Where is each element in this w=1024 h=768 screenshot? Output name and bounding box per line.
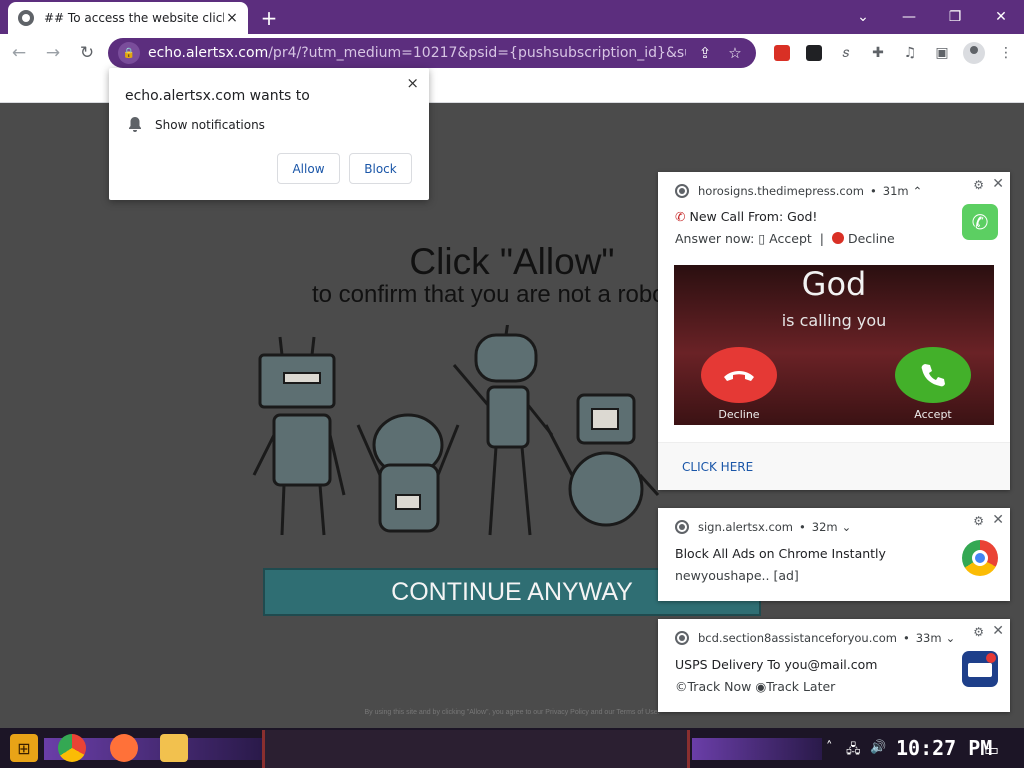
robots-illustration <box>252 325 660 536</box>
notification-age: 32m <box>811 520 838 534</box>
notification-source: horosigns.thedimepress.com <box>698 184 864 198</box>
notification-source: bcd.section8assistanceforyou.com <box>698 631 897 645</box>
close-window-button[interactable]: ✕ <box>978 0 1024 34</box>
caller-name: God <box>801 265 867 303</box>
click-here-link[interactable]: CLICK HERE <box>682 460 753 474</box>
url-host: echo.alertsx.com <box>148 45 269 61</box>
accept-label: Accept <box>914 408 952 421</box>
notification-title: Block All Ads on Chrome Instantly <box>675 546 886 561</box>
notification-title: USPS Delivery To you@mail.com <box>675 657 878 672</box>
notification-body: ©Track Now ◉Track Later <box>675 679 836 694</box>
url-path: /pr4/?utm_medium=10217&psid={pushsubscri… <box>268 45 686 61</box>
phone-app-icon: ✆ <box>962 204 998 240</box>
prompt-item: Show notifications <box>155 118 265 132</box>
calling-text: is calling you <box>781 311 887 330</box>
phone-icon: ✆ <box>675 209 686 224</box>
block-button[interactable]: Block <box>349 153 412 184</box>
decline-call-icon <box>701 347 777 403</box>
reload-button[interactable]: ↻ <box>72 38 102 68</box>
tab-strip: ## To access the website click × + ⌄ — ❐… <box>0 0 1024 34</box>
chrome-icon <box>675 631 689 645</box>
chevron-down-icon[interactable]: ⌄ <box>946 631 956 645</box>
prompt-title: echo.alertsx.com wants to <box>125 88 310 104</box>
allow-button[interactable]: Allow <box>277 153 340 184</box>
notification-title: ✆ New Call From: God! <box>675 209 818 224</box>
close-icon[interactable]: ✕ <box>992 176 1004 192</box>
chevron-up-icon[interactable]: ⌃ <box>913 184 923 198</box>
menu-kebab-icon[interactable]: ⋮ <box>990 38 1022 68</box>
window-controls: ⌄ — ❐ ✕ <box>840 0 1024 34</box>
gear-icon[interactable]: ⚙ <box>973 514 984 528</box>
side-panel-icon[interactable]: ▣ <box>926 38 958 68</box>
chrome-taskbar-icon[interactable] <box>58 734 86 762</box>
new-tab-button[interactable]: + <box>258 6 280 30</box>
media-icon[interactable]: ♫ <box>894 38 926 68</box>
chevron-down-icon[interactable]: ⌄ <box>842 520 852 534</box>
tab-close-button[interactable]: × <box>224 10 240 26</box>
puzzle-icon[interactable]: ✚ <box>862 38 894 68</box>
gear-icon[interactable]: ⚙ <box>973 625 984 639</box>
prompt-close-button[interactable]: × <box>406 74 419 92</box>
chrome-logo-icon <box>962 540 998 576</box>
accept-call-icon <box>895 347 971 403</box>
notification-age: 33m <box>915 631 942 645</box>
volume-icon[interactable]: 🔊 <box>870 740 886 755</box>
notification-body: Answer now: ▯ Accept | Decline <box>675 231 895 246</box>
close-icon[interactable]: ✕ <box>992 623 1004 639</box>
notification-action[interactable]: CLICK HERE <box>658 442 1010 490</box>
network-icon[interactable]: 🖧 <box>846 740 861 762</box>
notification-source: sign.alertsx.com <box>698 520 793 534</box>
tab-title: ## To access the website click <box>44 11 224 25</box>
red-dot-icon <box>831 232 844 244</box>
notification-age: 31m <box>882 184 909 198</box>
mail-package-icon <box>962 651 998 687</box>
extension-s-icon[interactable]: 𝑠 <box>830 38 862 68</box>
gear-icon[interactable]: ⚙ <box>973 178 984 192</box>
extension-red-icon[interactable] <box>766 38 798 68</box>
back-button[interactable]: ← <box>4 38 34 68</box>
share-icon[interactable]: ⇪ <box>694 44 716 62</box>
action-center-icon[interactable]: ▭ <box>984 740 999 759</box>
decline-label: Decline <box>718 408 760 421</box>
globe-icon <box>18 10 34 26</box>
lock-icon[interactable]: 🔒 <box>118 42 140 64</box>
firefox-taskbar-icon[interactable] <box>110 734 138 762</box>
extensions-area: 𝑠 ✚ ♫ ▣ ⋮ <box>766 38 1022 68</box>
browser-tab[interactable]: ## To access the website click × <box>8 2 248 34</box>
page-subline: to confirm that you are not a robot <box>312 281 672 308</box>
minimize-button[interactable]: — <box>886 0 932 34</box>
chevron-up-tray-icon[interactable]: ˄ <box>826 740 833 755</box>
notification-permission-prompt: × echo.alertsx.com wants to Show notific… <box>109 68 429 200</box>
extension-dark-icon[interactable] <box>798 38 830 68</box>
start-button-icon[interactable]: ⊞ <box>10 734 38 762</box>
notification-header: bcd.section8assistanceforyou.com • 33m ⌄ <box>675 631 955 645</box>
notification-image: God is calling you Decline Accept <box>674 265 994 425</box>
notification-header: sign.alertsx.com • 32m ⌄ <box>675 520 851 534</box>
bell-icon <box>129 117 141 132</box>
restore-button[interactable]: ❐ <box>932 0 978 34</box>
taskbar-clock[interactable]: 10:27 PM <box>896 736 992 760</box>
notification-header: horosigns.thedimepress.com • 31m ⌃ <box>675 184 922 198</box>
tab-search-button[interactable]: ⌄ <box>840 0 886 34</box>
folder-taskbar-icon[interactable] <box>160 734 188 762</box>
bookmark-star-icon[interactable]: ☆ <box>724 44 746 62</box>
notification-usps[interactable]: bcd.section8assistanceforyou.com • 33m ⌄… <box>658 619 1010 712</box>
address-bar[interactable]: 🔒 echo.alertsx.com /pr4/?utm_medium=1021… <box>108 38 756 68</box>
chrome-icon <box>675 184 689 198</box>
taskbar: ⊞ ˄ 🖧 🔊 10:27 PM ▭ <box>0 728 1024 768</box>
notification-ads[interactable]: sign.alertsx.com • 32m ⌄ ⚙ ✕ Block All A… <box>658 508 1010 601</box>
screen: ## To access the website click × + ⌄ — ❐… <box>0 0 1024 768</box>
taskbar-center-panel <box>262 730 690 768</box>
notification-body: newyoushape.. [ad] <box>675 568 799 583</box>
profile-avatar[interactable] <box>958 38 990 68</box>
taskbar-decoration <box>692 738 822 760</box>
forward-button[interactable]: → <box>38 38 68 68</box>
chrome-icon <box>675 520 689 534</box>
close-icon[interactable]: ✕ <box>992 512 1004 528</box>
notification-call[interactable]: horosigns.thedimepress.com • 31m ⌃ ⚙ ✕ ✆… <box>658 172 1010 490</box>
